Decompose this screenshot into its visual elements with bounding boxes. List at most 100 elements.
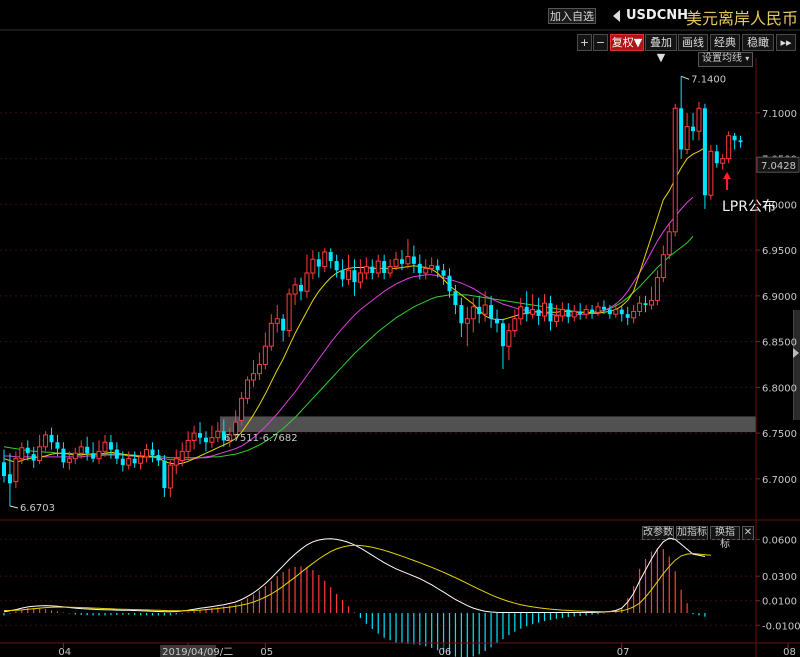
- candle-body: [613, 309, 619, 315]
- candle-body: [691, 126, 696, 132]
- candle-body: [720, 158, 726, 164]
- candle-body: [346, 269, 352, 280]
- candle-body: [429, 265, 435, 269]
- candle-body: [61, 448, 66, 463]
- candle-body: [114, 449, 119, 459]
- candle-body: [96, 450, 102, 460]
- candle-body: [583, 309, 589, 315]
- lpr-annotation: LPR公布: [722, 199, 776, 215]
- candle-body: [393, 258, 399, 268]
- x-tick-label: 04: [58, 647, 71, 657]
- candle-body: [548, 303, 553, 322]
- candle-body: [601, 306, 606, 310]
- candle-body: [666, 231, 672, 256]
- candle-body: [132, 458, 137, 464]
- high-marker-line: [680, 75, 690, 80]
- candle-body: [417, 263, 422, 273]
- candle-body: [590, 309, 595, 313]
- candle-body: [470, 306, 476, 320]
- candle-body: [447, 275, 452, 292]
- candle-body: [292, 284, 298, 295]
- candle-body: [477, 306, 482, 315]
- low-marker-line: [9, 505, 19, 509]
- low-label: 6.6703: [20, 503, 55, 514]
- candle-body: [726, 135, 732, 160]
- arrow-up-icon: [723, 172, 731, 179]
- candle-body: [262, 345, 268, 365]
- candle-body: [512, 318, 518, 332]
- macd-y-tick-label: -0.0100: [762, 621, 800, 632]
- candle-body: [239, 397, 245, 421]
- candle-body: [13, 458, 19, 483]
- candle-body: [304, 272, 310, 292]
- candle-body: [375, 260, 381, 274]
- candle-body: [286, 293, 292, 332]
- candle-body: [7, 474, 12, 484]
- candle-body: [530, 309, 536, 315]
- candle-body: [708, 150, 714, 196]
- candle-body: [435, 265, 440, 271]
- current-price-label: 7.0428: [761, 161, 796, 172]
- support-band: [220, 416, 756, 433]
- candle-body: [256, 363, 262, 375]
- candle-body: [370, 266, 375, 273]
- candle-body: [108, 442, 113, 450]
- candle-body: [138, 456, 144, 464]
- candle-body: [274, 318, 280, 324]
- candle-body: [37, 446, 43, 462]
- candle-body: [43, 434, 49, 448]
- candle-body: [191, 432, 197, 441]
- candle-body: [524, 306, 529, 315]
- candle-body: [102, 441, 108, 452]
- candle-body: [31, 454, 36, 461]
- candle-body: [340, 270, 345, 280]
- candle-body: [738, 140, 743, 143]
- macd-y-tick-label: 0.0300: [762, 572, 797, 583]
- candle-body: [215, 430, 221, 439]
- candle-body: [566, 309, 571, 317]
- candle-body: [387, 266, 393, 274]
- candle-body: [559, 309, 565, 317]
- x-tick-label: 07: [617, 647, 630, 657]
- candle-body: [198, 433, 203, 438]
- candle-body: [553, 315, 559, 322]
- candle-body: [72, 452, 78, 460]
- candle-body: [631, 310, 637, 319]
- candle-body: [536, 309, 541, 316]
- candle-body: [489, 305, 494, 319]
- candle-body: [482, 304, 488, 315]
- high-label: 7.1400: [691, 74, 726, 85]
- candle-body: [316, 259, 321, 267]
- candle-body: [732, 135, 737, 141]
- candle-body: [702, 108, 707, 196]
- x-tick-label: 06: [439, 647, 452, 657]
- candle-body: [167, 464, 173, 489]
- band-label: 6.7511-6.7682: [224, 433, 298, 444]
- candle-body: [518, 306, 524, 320]
- candle-body: [399, 259, 404, 264]
- candle-body: [352, 270, 357, 283]
- candle-body: [334, 261, 339, 271]
- x-cursor-label: 2019/04/09/二: [162, 647, 233, 657]
- candle-body: [245, 379, 251, 399]
- y-tick-label: 6.9500: [762, 246, 797, 257]
- candle-body: [637, 302, 643, 312]
- candle-body: [150, 449, 155, 456]
- candle-body: [619, 309, 624, 315]
- candle-body: [162, 460, 167, 488]
- candle-body: [643, 303, 648, 306]
- candle-body: [328, 251, 333, 262]
- candle-body: [578, 311, 583, 315]
- macd-dif-line: [3, 537, 705, 613]
- y-tick-label: 6.9000: [762, 292, 797, 303]
- candle-body: [542, 302, 548, 317]
- candle-body: [363, 266, 369, 274]
- candle-body: [281, 318, 286, 331]
- chart-area: 7.10007.05007.00006.95006.90006.85006.80…: [0, 29, 800, 657]
- candle-body: [357, 272, 363, 283]
- candle-body: [179, 450, 185, 462]
- candle-body: [126, 458, 132, 466]
- y-tick-label: 6.8000: [762, 383, 797, 394]
- candle-body: [441, 270, 446, 276]
- candle-body: [595, 306, 601, 313]
